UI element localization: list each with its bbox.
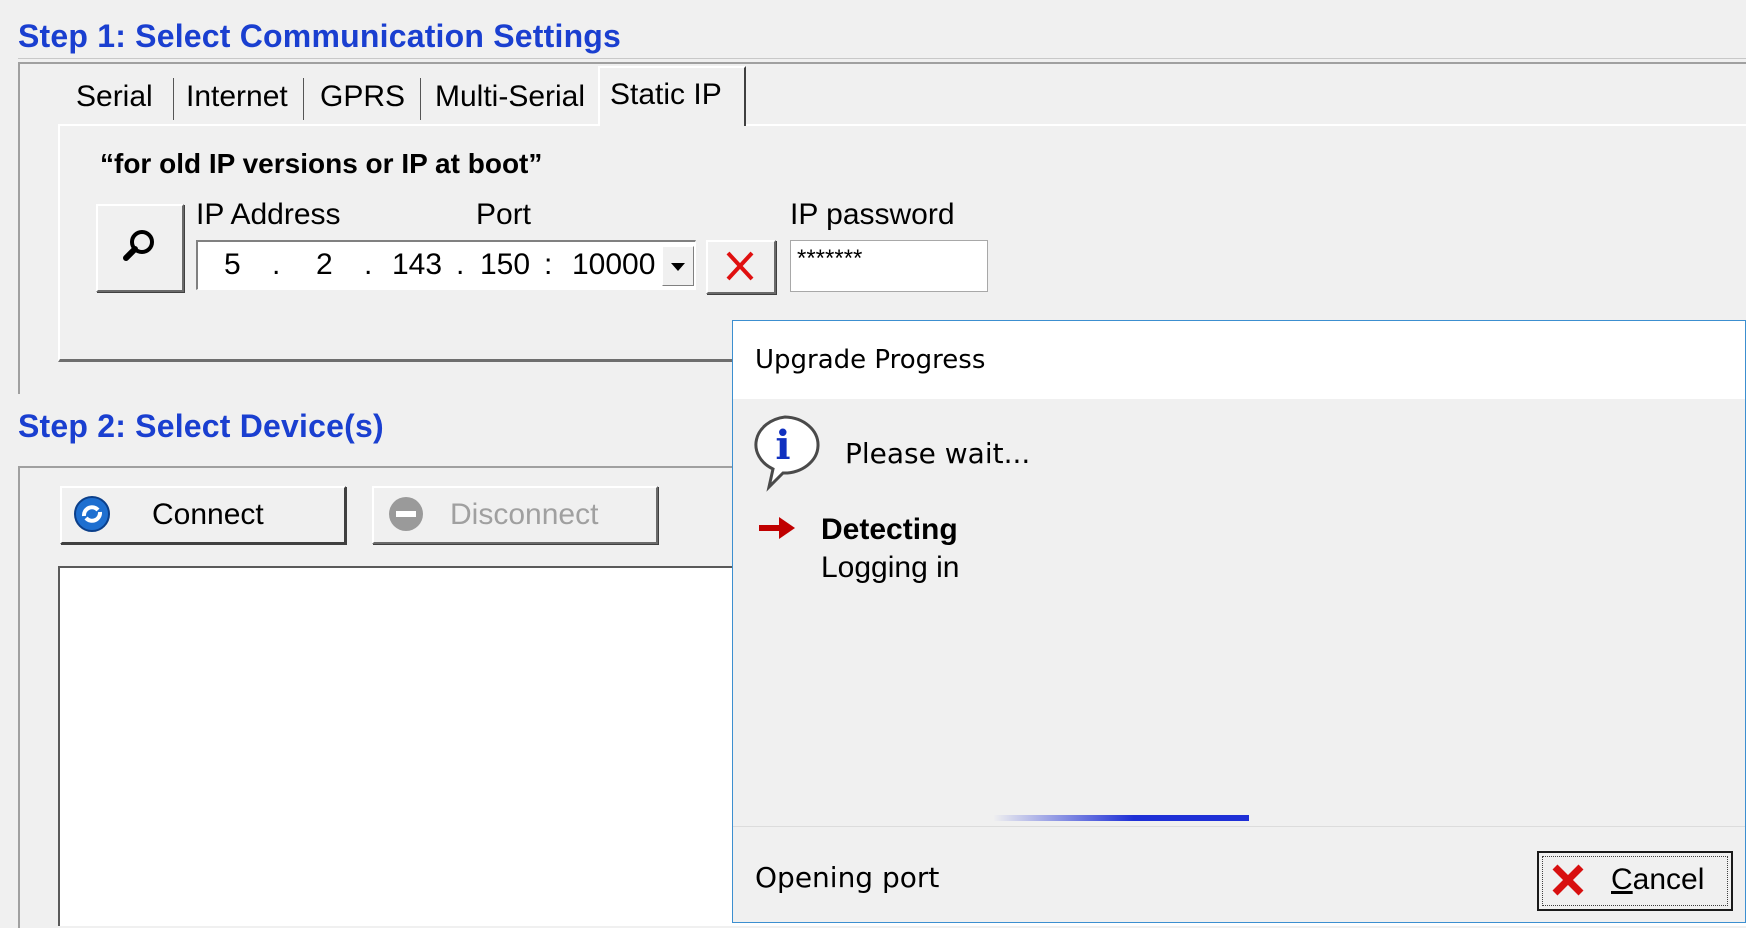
tab-gprs[interactable]: GPRS bbox=[310, 72, 415, 122]
connect-label: Connect bbox=[152, 498, 264, 531]
step2-title: Step 2: Select Device(s) bbox=[18, 408, 384, 444]
static-ip-note: “for old IP versions or IP at boot” bbox=[100, 148, 543, 179]
search-button[interactable] bbox=[96, 204, 184, 292]
tab-internet[interactable]: Internet bbox=[176, 72, 298, 122]
progress-bar bbox=[993, 815, 1249, 821]
cancel-button[interactable]: Cancel bbox=[1537, 851, 1733, 911]
divider bbox=[733, 826, 1745, 827]
ip-dot: . bbox=[364, 248, 373, 281]
ip-dot: . bbox=[272, 248, 281, 281]
ip-address-input[interactable]: 5 . 2 . 143 . 150 : 10000 bbox=[196, 240, 696, 290]
ip-octet-1: 5 bbox=[224, 248, 241, 281]
disconnect-button[interactable]: Disconnect bbox=[372, 486, 658, 544]
cancel-label: Cancel bbox=[1611, 863, 1705, 896]
dialog-message: Please wait... bbox=[845, 437, 1031, 470]
ip-octet-4: 150 bbox=[480, 248, 531, 281]
status-text: Opening port bbox=[755, 861, 940, 894]
current-step-arrow-icon bbox=[759, 517, 795, 539]
svg-text:i: i bbox=[775, 422, 790, 469]
connect-globe-icon bbox=[74, 496, 110, 532]
tab-multi-serial[interactable]: Multi-Serial bbox=[425, 72, 595, 122]
tab-static-ip[interactable]: Static IP bbox=[598, 66, 746, 126]
tab-divider bbox=[303, 78, 304, 120]
current-step-label: Detecting bbox=[821, 513, 958, 546]
dialog-title: Upgrade Progress bbox=[755, 345, 986, 375]
connect-button[interactable]: Connect bbox=[60, 486, 346, 544]
red-x-icon bbox=[726, 251, 754, 281]
ip-dot: . bbox=[456, 248, 465, 281]
tab-divider bbox=[173, 78, 174, 120]
cancel-x-icon bbox=[1552, 864, 1584, 896]
tab-serial[interactable]: Serial bbox=[66, 72, 163, 122]
port-colon: : bbox=[544, 248, 553, 281]
disconnect-icon bbox=[389, 497, 423, 531]
magnifier-icon bbox=[123, 230, 154, 261]
ip-octet-2: 2 bbox=[316, 248, 333, 281]
divider bbox=[18, 58, 1746, 59]
disconnect-label: Disconnect bbox=[450, 498, 599, 531]
ip-address-label: IP Address bbox=[196, 198, 341, 231]
ip-octet-3: 143 bbox=[392, 248, 443, 281]
info-icon: i bbox=[754, 415, 820, 492]
port-value: 10000 bbox=[572, 248, 656, 281]
clear-button[interactable] bbox=[706, 240, 776, 294]
ip-password-input[interactable]: ******* bbox=[790, 240, 988, 292]
step1-title: Step 1: Select Communication Settings bbox=[18, 18, 622, 54]
triangle-down-icon bbox=[671, 263, 685, 271]
upgrade-progress-dialog: Upgrade Progress i Please wait... Detect… bbox=[732, 320, 1746, 923]
dialog-titlebar: Upgrade Progress bbox=[733, 321, 1745, 399]
ip-password-label: IP password bbox=[790, 198, 955, 231]
port-dropdown-button[interactable] bbox=[662, 246, 694, 286]
tab-divider bbox=[420, 78, 421, 120]
port-label: Port bbox=[476, 198, 532, 231]
next-step-label: Logging in bbox=[821, 551, 960, 584]
